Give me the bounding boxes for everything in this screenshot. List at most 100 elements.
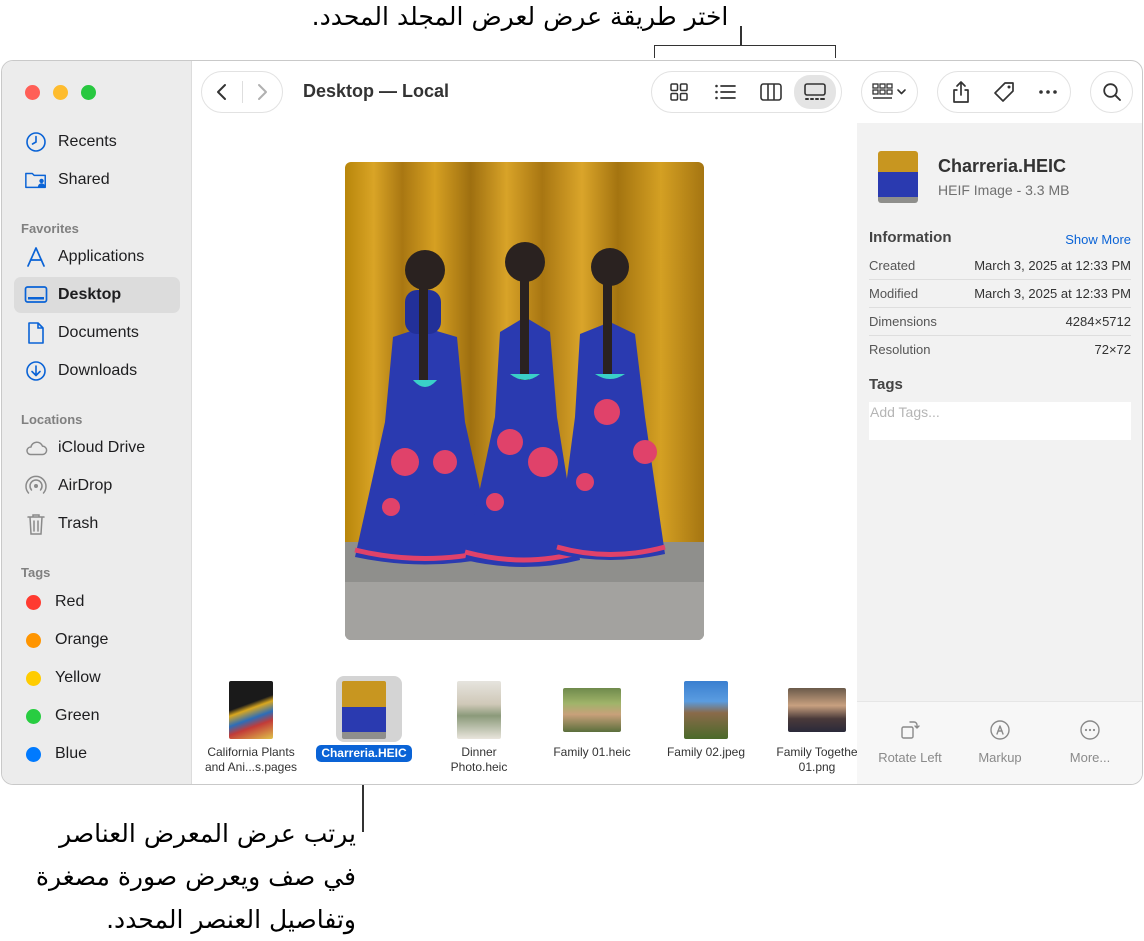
caption-line: Family Togethe [776,745,858,759]
thumbnail-charreria [342,681,386,739]
rotate-left-button[interactable]: Rotate Left [870,718,950,765]
sidebar-tag-yellow[interactable]: Yellow [14,660,180,696]
sidebar-item-label: Shared [58,171,110,188]
more-button[interactable]: More... [1050,718,1130,765]
thumbnail-pages-document [229,681,273,739]
info-row-created: Created March 3, 2025 at 12:33 PM [869,252,1131,280]
shared-folder-icon [24,168,48,192]
sidebar-item-label: Blue [55,745,88,762]
clock-icon [24,130,48,154]
sidebar-item-label: Downloads [58,362,138,379]
minimize-window-button[interactable] [53,85,68,100]
gallery-item-caption: Family 02.jpeg [651,745,761,760]
info-row-resolution: Resolution 72×72 [869,336,1131,363]
sidebar-section-locations: Locations [21,412,83,427]
sidebar-item-label: Applications [58,248,145,265]
thumbnail-dinner-photo [457,681,501,739]
quick-actions-bar: Rotate Left Markup More... [857,701,1142,784]
gallery-item[interactable]: Dinner Photo.heic [424,661,534,775]
document-icon [24,321,48,345]
column-view-button[interactable] [748,75,794,109]
sidebar-item-desktop[interactable]: Desktop [14,277,180,313]
gallery-strip: California Plants and Ani...s.pages Char… [192,661,858,784]
sidebar-item-label: Yellow [55,669,101,686]
callout-gallery-line1: يرتب عرض المعرض العناصر [59,819,356,848]
sidebar-item-airdrop[interactable]: AirDrop [14,468,180,504]
sidebar-tag-blue[interactable]: Blue [14,736,180,772]
callout-bracket [654,45,836,58]
sidebar-item-label: Green [55,707,100,724]
gallery-item-selected[interactable]: Charreria.HEIC [309,661,419,762]
zoom-window-button[interactable] [81,85,96,100]
inspector-panel: Charreria.HEIC HEIF Image - 3.3 MB Infor… [857,123,1142,784]
ellipsis-icon [1038,90,1057,94]
tag-button[interactable] [983,75,1025,109]
gallery-item[interactable]: California Plants and Ani...s.pages [196,661,306,775]
close-window-button[interactable] [25,85,40,100]
file-kind-size: HEIF Image - 3.3 MB [938,182,1070,198]
gallery-item[interactable]: Family 02.jpeg [651,661,761,760]
sidebar-item-recents[interactable]: Recents [14,124,180,160]
navigation-buttons [201,71,283,113]
sidebar-item-icloud-drive[interactable]: iCloud Drive [14,430,180,466]
gallery-view-button[interactable] [794,75,836,109]
info-key: Modified [869,286,919,301]
caption-line: and Ani...s.pages [204,760,298,774]
sidebar-item-documents[interactable]: Documents [14,315,180,351]
download-icon [24,359,48,383]
caption-line: 01.png [798,760,836,774]
applications-icon [24,245,48,269]
share-button[interactable] [938,75,983,109]
finder-window: Recents Shared Favorites Applications De… [1,60,1143,785]
sidebar-item-applications[interactable]: Applications [14,239,180,275]
info-value: 4284×5712 [1065,314,1131,329]
share-icon [952,81,969,103]
thumbnail-family-02 [684,681,728,739]
gallery-item[interactable]: Family 01.heic [537,661,647,760]
sidebar-tag-orange[interactable]: Orange [14,622,180,658]
sidebar-item-shared[interactable]: Shared [14,162,180,198]
more-actions-button[interactable] [1025,75,1070,109]
sidebar-item-label: Desktop [58,286,122,303]
view-mode-group [651,71,842,113]
columns-icon [760,83,782,101]
sidebar-item-trash[interactable]: Trash [14,506,180,542]
sidebar-item-label: Trash [58,515,99,532]
action-label: More... [1069,750,1111,765]
airdrop-icon [24,474,48,498]
list-view-button[interactable] [702,75,748,109]
group-button[interactable] [861,71,918,113]
info-key: Dimensions [869,314,937,329]
chevron-right-icon [258,84,268,100]
sidebar-tag-green[interactable]: Green [14,698,180,734]
callout-gallery-line3: وتفاصيل العنصر المحدد. [106,905,356,934]
group-by-icon [871,83,906,99]
toolbar: Desktop — Local [192,61,1142,123]
trash-icon [24,512,48,536]
gallery-icon [804,83,826,100]
group-button-content [862,75,917,109]
search-button[interactable] [1090,71,1133,113]
forward-button[interactable] [242,75,282,109]
sidebar-item-downloads[interactable]: Downloads [14,353,180,389]
sidebar-section-tags: Tags [21,565,51,580]
large-preview-image[interactable] [345,162,704,640]
info-key: Created [869,258,916,273]
sidebar-tag-red[interactable]: Red [14,584,180,620]
callout-view-options: اختر طريقة عرض لعرض المجلد المحدد. [311,2,729,31]
caption-line: Family 01.heic [553,745,631,759]
icon-view-button[interactable] [656,75,702,109]
cloud-icon [24,436,48,460]
gallery-item[interactable]: Family Togethe 01.png [762,661,872,775]
info-value: March 3, 2025 at 12:33 PM [974,258,1131,273]
search-button-content [1091,75,1132,109]
desktop-icon [24,283,48,307]
markup-button[interactable]: Markup [960,718,1040,765]
list-icon [715,84,736,100]
callout-gallery-view: يرتب عرض المعرض العناصر في صف ويعرض صورة… [20,812,356,941]
show-more-link[interactable]: Show More [1065,232,1131,247]
information-heading: Information [869,229,952,246]
add-tags-field[interactable]: Add Tags... [869,402,1131,440]
back-button[interactable] [202,75,242,109]
tag-icon [994,82,1014,102]
